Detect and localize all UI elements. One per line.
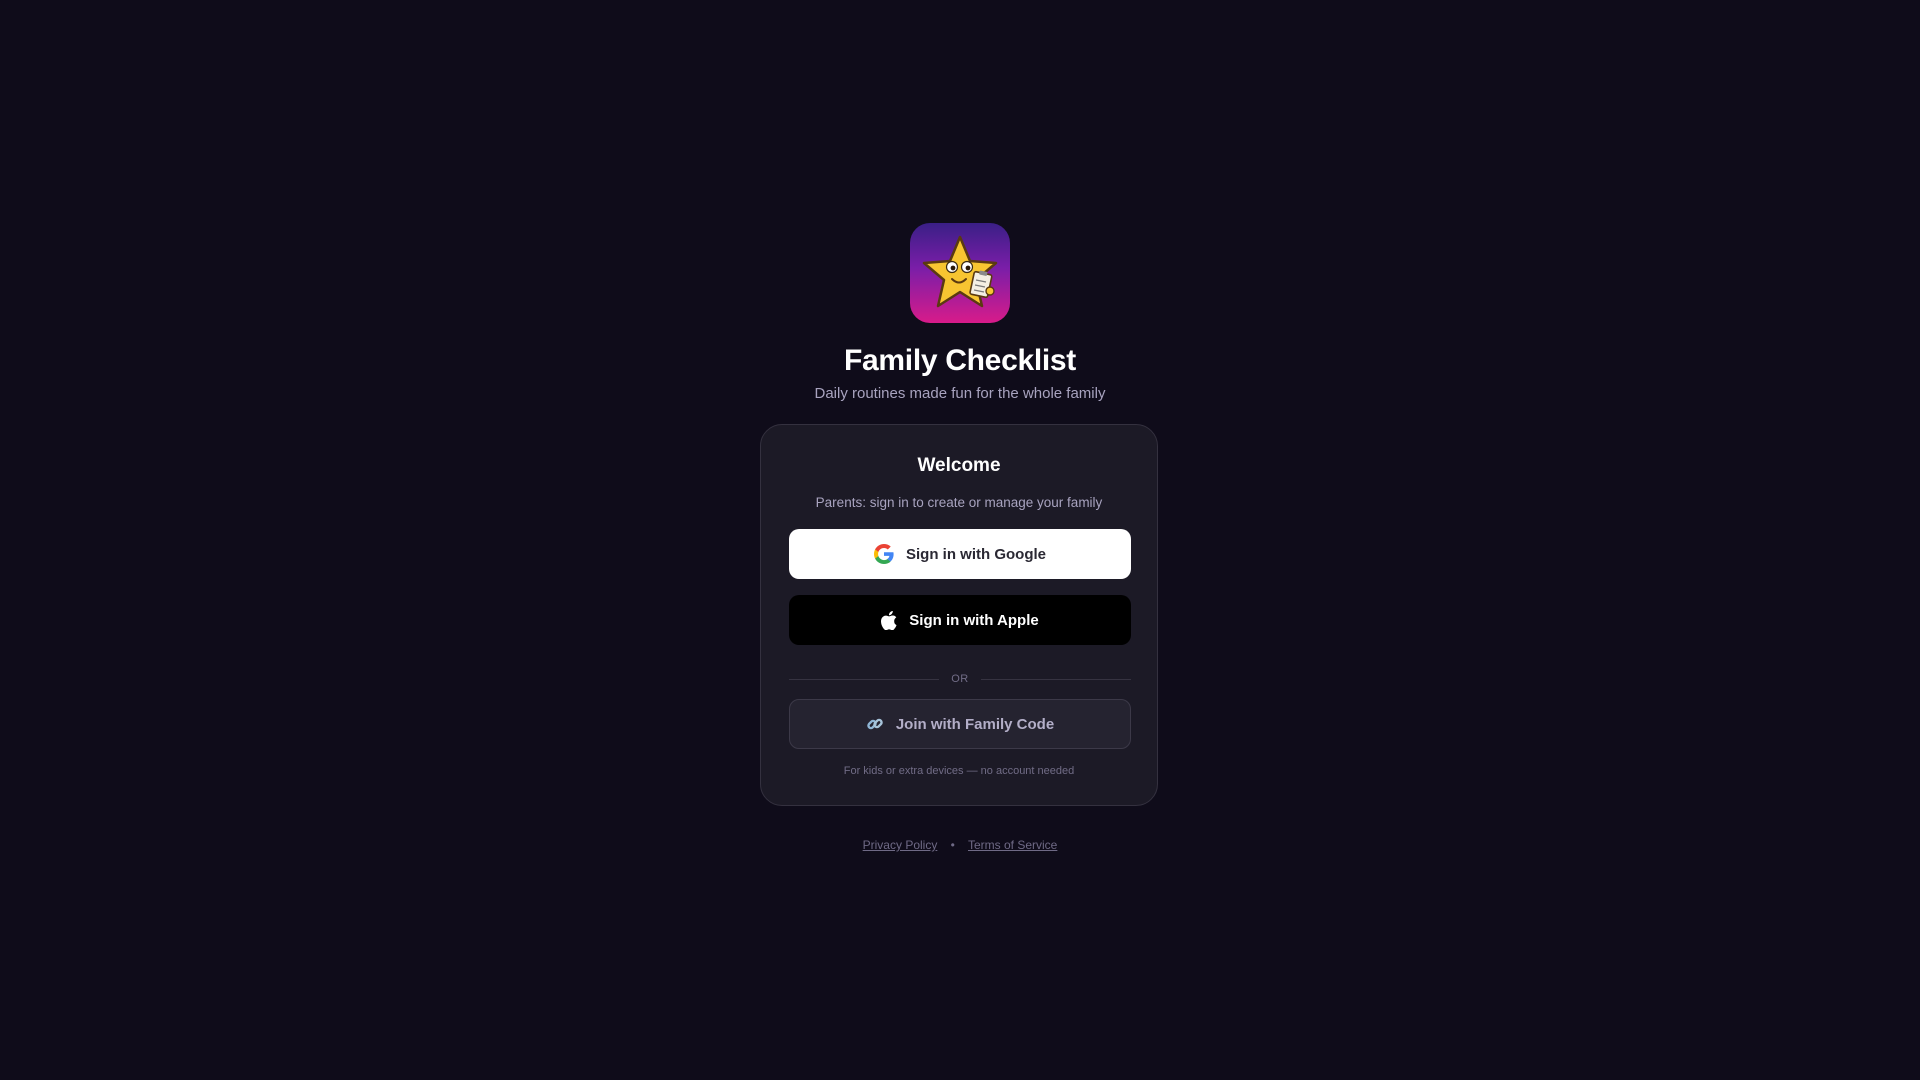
- family-code-button-label: Join with Family Code: [895, 715, 1055, 733]
- card-title: Welcome: [917, 455, 1001, 476]
- app-subtitle: Daily routines made fun for the whole fa…: [814, 385, 1106, 402]
- google-button-label: Sign in with Google: [906, 545, 1046, 563]
- terms-of-service-link[interactable]: Terms of Service: [968, 838, 1057, 852]
- privacy-policy-link[interactable]: Privacy Policy: [863, 838, 938, 852]
- sign-in-apple-button[interactable]: Sign in with Apple: [789, 595, 1131, 645]
- apple-icon: [881, 610, 897, 630]
- welcome-card: Welcome Parents: sign in to create or ma…: [760, 424, 1158, 806]
- family-code-hint: For kids or extra devices — no account n…: [843, 765, 1075, 777]
- or-divider: OR: [789, 672, 1131, 686]
- divider-line-left: [789, 678, 940, 680]
- app-logo: [910, 223, 1010, 323]
- join-family-code-button[interactable]: Join with Family Code: [789, 699, 1131, 749]
- apple-button-label: Sign in with Apple: [909, 611, 1039, 629]
- link-icon: [866, 715, 884, 733]
- login-page: Family Checklist Daily routines made fun…: [0, 0, 1920, 1080]
- card-description: Parents: sign in to create or manage you…: [815, 495, 1103, 510]
- divider-label: OR: [951, 673, 969, 685]
- divider-line-right: [980, 678, 1131, 680]
- google-icon: [874, 544, 894, 564]
- footer-separator: •: [950, 838, 955, 852]
- star-mascot-icon: [922, 235, 998, 308]
- app-title: Family Checklist: [844, 344, 1076, 377]
- footer-links: Privacy Policy • Terms of Service: [0, 838, 1920, 852]
- sign-in-google-button[interactable]: Sign in with Google: [789, 529, 1131, 579]
